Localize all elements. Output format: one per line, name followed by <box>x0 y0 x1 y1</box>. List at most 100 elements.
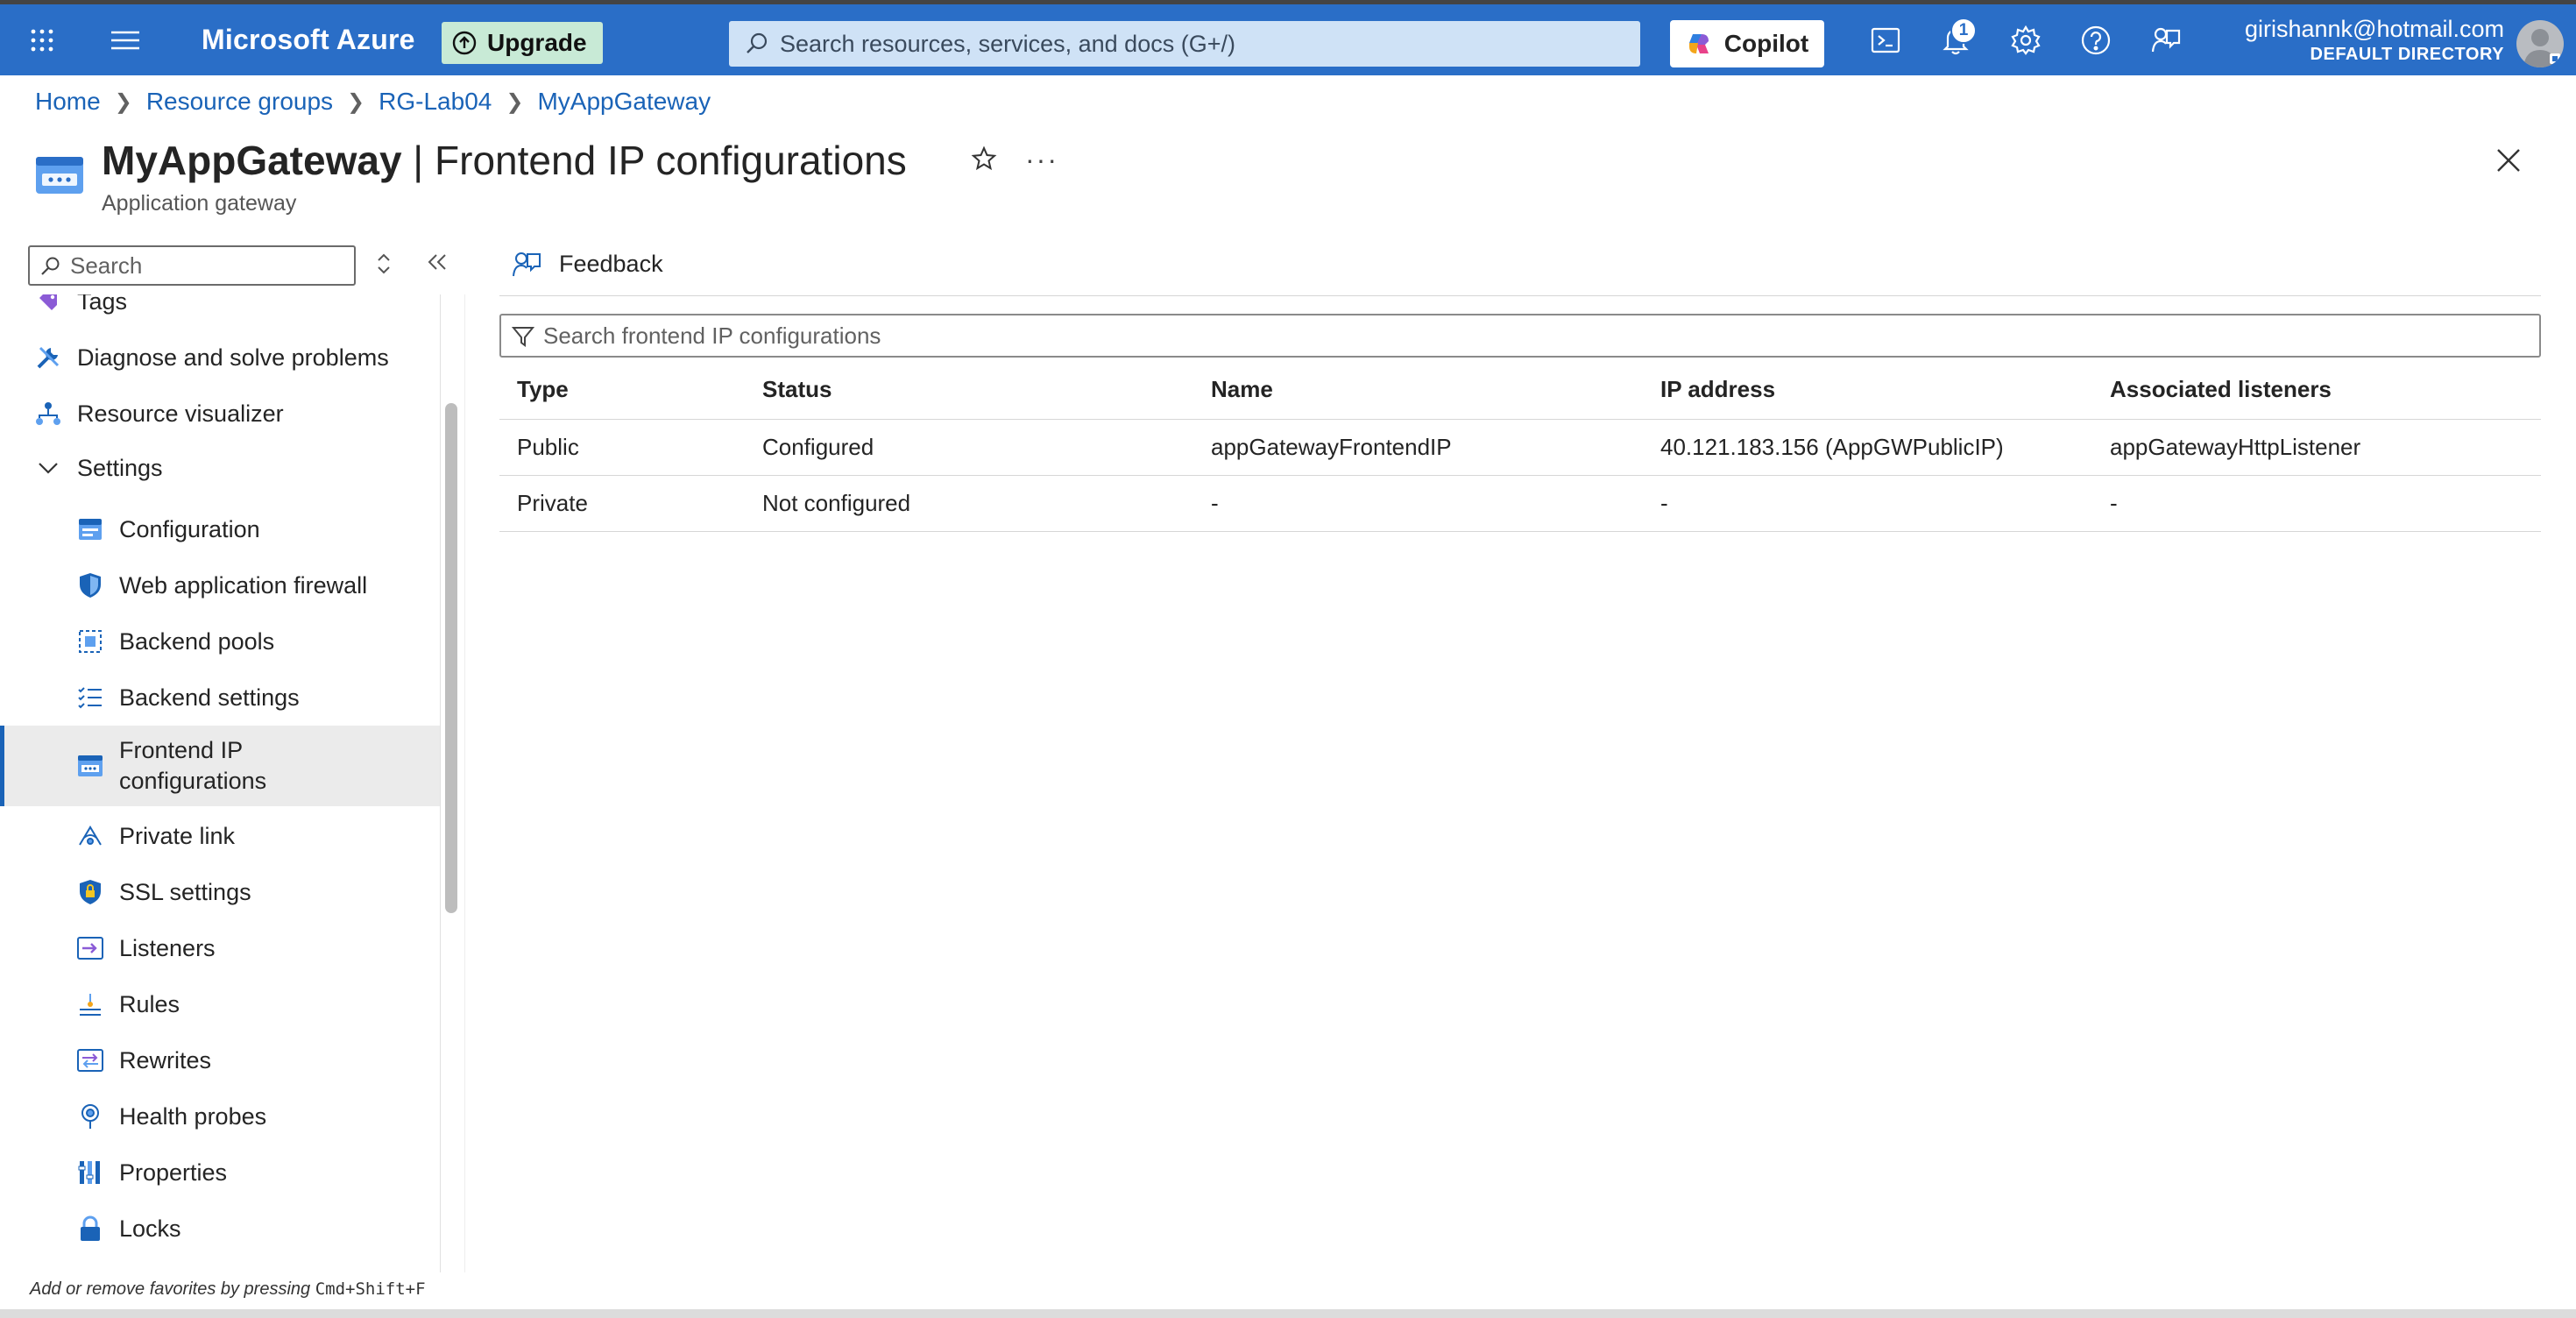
breadcrumb-resource-groups[interactable]: Resource groups <box>146 88 333 116</box>
feedback-icon[interactable] <box>2143 4 2189 75</box>
breadcrumb: Home ❯ Resource groups ❯ RG-Lab04 ❯ MyAp… <box>35 88 711 116</box>
filter-icon <box>512 327 534 347</box>
content-divider <box>464 294 465 1272</box>
resource-name: MyAppGateway <box>102 138 402 183</box>
sidebar-search-input[interactable]: Search <box>28 245 356 286</box>
expand-collapse-icon[interactable] <box>375 252 393 280</box>
sidebar-item-label: Tags <box>77 294 128 315</box>
page-title: MyAppGateway | Frontend IP configuration… <box>102 137 907 184</box>
sidebar-item-label: Resource visualizer <box>77 400 284 427</box>
upgrade-button[interactable]: Upgrade <box>442 22 603 64</box>
visualizer-icon <box>33 399 63 429</box>
ssl-shield-icon <box>75 877 105 907</box>
configuration-icon <box>75 514 105 544</box>
column-header-type[interactable]: Type <box>499 361 745 420</box>
sidebar-item-label: Properties <box>119 1159 228 1186</box>
global-search-placeholder: Search resources, services, and docs (G+… <box>780 30 1235 57</box>
global-search-input[interactable]: Search resources, services, and docs (G+… <box>729 21 1640 67</box>
sidebar-scrollbar-thumb[interactable] <box>445 403 457 913</box>
sidebar-item-label: Settings <box>77 454 163 481</box>
more-options-icon[interactable]: ··· <box>1025 144 1058 176</box>
upgrade-icon <box>452 31 477 55</box>
collapse-sidebar-icon[interactable] <box>426 251 449 278</box>
sidebar-search-placeholder: Search <box>70 252 143 279</box>
search-icon <box>747 32 768 53</box>
copilot-button[interactable]: Copilot <box>1670 20 1824 67</box>
shield-icon <box>75 570 105 600</box>
user-email: girishannk@hotmail.com <box>2244 15 2504 42</box>
cell-type: Public <box>499 419 745 476</box>
breadcrumb-resource[interactable]: MyAppGateway <box>537 88 711 116</box>
top-bar: Microsoft Azure Upgrade Search resources… <box>0 0 2576 75</box>
sidebar-item-diagnose[interactable]: Diagnose and solve problems <box>0 335 440 380</box>
column-header-ip-address[interactable]: IP address <box>1643 361 2092 420</box>
sidebar-item-configuration[interactable]: Configuration <box>0 503 440 556</box>
chevron-down-icon <box>33 453 63 483</box>
column-header-associated-listeners[interactable]: Associated listeners <box>2092 361 2541 420</box>
sidebar-item-locks[interactable]: Locks <box>0 1202 440 1255</box>
sidebar-item-ssl-settings[interactable]: SSL settings <box>0 866 440 918</box>
tag-icon <box>33 294 63 316</box>
hamburger-icon[interactable] <box>103 4 147 75</box>
sidebar-item-label: Configuration <box>119 515 260 542</box>
sidebar-item-label: SSL settings <box>119 878 251 905</box>
sidebar-item-frontend-ip-configurations[interactable]: Frontend IP configurations <box>0 726 440 806</box>
search-icon <box>41 257 60 275</box>
properties-icon <box>75 1158 105 1187</box>
cell-associated-listeners: appGatewayHttpListener <box>2092 419 2541 476</box>
sidebar-item-private-link[interactable]: Private link <box>0 810 440 862</box>
table-row[interactable]: Public Configured appGatewayFrontendIP 4… <box>499 419 2541 476</box>
cell-status: Configured <box>745 419 1193 476</box>
sidebar-item-label: Web application firewall <box>119 571 368 599</box>
resource-type: Application gateway <box>102 191 297 216</box>
cell-status: Not configured <box>745 475 1193 532</box>
favorite-star-icon[interactable] <box>971 145 997 176</box>
sidebar-item-backend-settings[interactable]: Backend settings <box>0 671 440 724</box>
title-separator: | <box>401 138 435 183</box>
copilot-icon <box>1688 34 1709 53</box>
chevron-right-icon: ❯ <box>347 89 365 114</box>
feedback-icon <box>513 252 541 277</box>
azure-brand-link[interactable]: Microsoft Azure <box>202 4 415 75</box>
sidebar-item-health-probes[interactable]: Health probes <box>0 1090 440 1143</box>
sidebar-item-web-application-firewall[interactable]: Web application firewall <box>0 559 440 612</box>
favorites-hint: Add or remove favorites by pressing Cmd+… <box>30 1279 426 1300</box>
sidebar-item-resource-visualizer[interactable]: Resource visualizer <box>0 391 440 436</box>
cloud-shell-icon[interactable] <box>1863 4 1908 75</box>
sidebar-item-properties[interactable]: Properties <box>0 1146 440 1199</box>
column-header-name[interactable]: Name <box>1193 361 1643 420</box>
sidebar-item-rules[interactable]: Rules <box>0 978 440 1031</box>
cell-name[interactable]: appGatewayFrontendIP <box>1193 419 1643 476</box>
application-gateway-icon <box>35 156 84 199</box>
cell-ip-address: 40.121.183.156 (AppGWPublicIP) <box>1643 419 2092 476</box>
breadcrumb-resource-group[interactable]: RG-Lab04 <box>379 88 492 116</box>
table-row[interactable]: Private Not configured - - - <box>499 475 2541 532</box>
toolbar-divider <box>499 295 2541 296</box>
close-icon[interactable] <box>2495 147 2522 178</box>
waffle-icon[interactable] <box>25 4 60 75</box>
help-icon[interactable] <box>2073 4 2119 75</box>
avatar[interactable] <box>2516 20 2564 67</box>
breadcrumb-home[interactable]: Home <box>35 88 101 116</box>
filter-input[interactable]: Search frontend IP configurations <box>499 314 2541 358</box>
feedback-button[interactable]: Feedback <box>512 249 663 279</box>
sidebar-item-rewrites[interactable]: Rewrites <box>0 1034 440 1087</box>
user-account[interactable]: girishannk@hotmail.com DEFAULT DIRECTORY <box>2245 4 2504 75</box>
sidebar-item-listeners[interactable]: Listeners <box>0 922 440 974</box>
sidebar-item-backend-pools[interactable]: Backend pools <box>0 615 440 668</box>
sidebar-item-tags[interactable]: Tags <box>0 294 440 322</box>
sidebar-section-settings[interactable]: Settings <box>0 445 440 491</box>
lock-icon <box>75 1214 105 1244</box>
backend-pools-icon <box>75 627 105 656</box>
wrench-icon <box>33 343 63 372</box>
gear-icon[interactable] <box>2003 4 2049 75</box>
bottom-strip <box>0 1309 2576 1318</box>
sidebar-item-label: Health probes <box>119 1102 267 1130</box>
listeners-icon <box>75 933 105 963</box>
rules-icon <box>75 989 105 1019</box>
list-icon <box>75 683 105 712</box>
column-header-status[interactable]: Status <box>745 361 1193 420</box>
table-header-row: Type Status Name IP address Associated l… <box>499 361 2541 420</box>
upgrade-label: Upgrade <box>487 29 587 56</box>
cell-ip-address: - <box>1643 475 2092 532</box>
